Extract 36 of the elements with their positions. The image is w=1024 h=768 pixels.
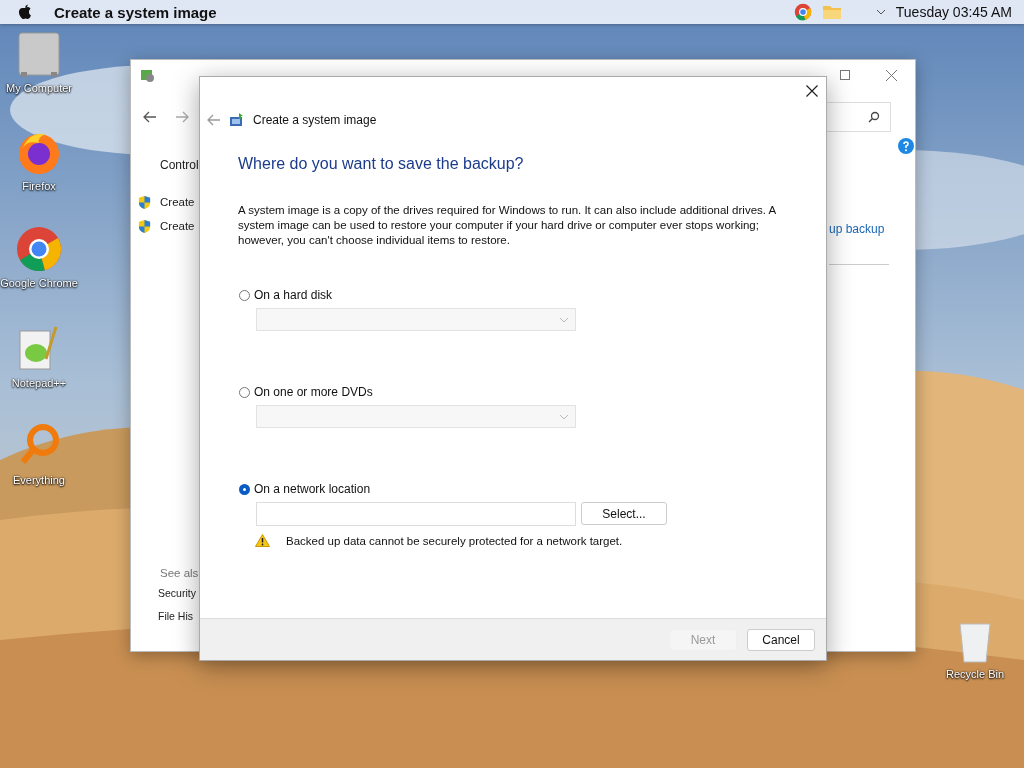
radio-option[interactable]: On a network location [238, 482, 786, 496]
warning-icon [255, 534, 270, 547]
clock: Tuesday 03:45 AM [895, 4, 1012, 20]
see-also-heading: See als [160, 567, 199, 579]
nav-title: Control [160, 158, 199, 172]
shield-icon [137, 218, 152, 234]
trash-bin-icon[interactable] [957, 620, 993, 664]
chevron-down-icon [559, 316, 569, 323]
app-title: Create a system image [54, 3, 218, 21]
help-icon[interactable] [898, 138, 914, 154]
dialog-title: Create a system image [253, 113, 377, 127]
backup-link[interactable]: up backup [829, 222, 889, 265]
computer-tower-icon[interactable] [17, 32, 61, 78]
back-arrow-icon[interactable] [143, 111, 157, 123]
app-icon [139, 67, 155, 83]
dialog-heading: Where do you want to save the backup? [238, 155, 525, 173]
search-icon [868, 111, 880, 123]
see-also-link[interactable]: File His [158, 610, 199, 633]
cancel-button[interactable]: Cancel [747, 628, 815, 651]
task-link[interactable]: Create [160, 220, 195, 232]
close-icon[interactable] [806, 85, 818, 97]
path-field[interactable] [256, 502, 576, 526]
backup-icon [229, 112, 245, 128]
forward-arrow-icon[interactable] [175, 111, 189, 123]
task-link[interactable]: Create [160, 196, 195, 208]
select-button[interactable]: Select... [581, 502, 667, 525]
maximize-icon[interactable] [840, 70, 850, 80]
description: A system image is a copy of the drives required for Windows to run. It can also include additional drives. A system image can be used to restore your computer if your hard drive or computer ever stops working; however, you can't choose individual items to restore. [238, 203, 777, 248]
chrome-icon[interactable] [793, 3, 812, 21]
shield-icon [137, 194, 152, 210]
warning-text: Backed up data cannot be securely protected for a network target. [286, 534, 623, 547]
chrome-icon[interactable] [15, 225, 63, 273]
chevron-down-icon [559, 413, 569, 420]
see-also-link[interactable]: Security [158, 587, 199, 610]
chevron-down-icon[interactable] [875, 9, 886, 15]
apple-icon[interactable] [18, 4, 32, 20]
